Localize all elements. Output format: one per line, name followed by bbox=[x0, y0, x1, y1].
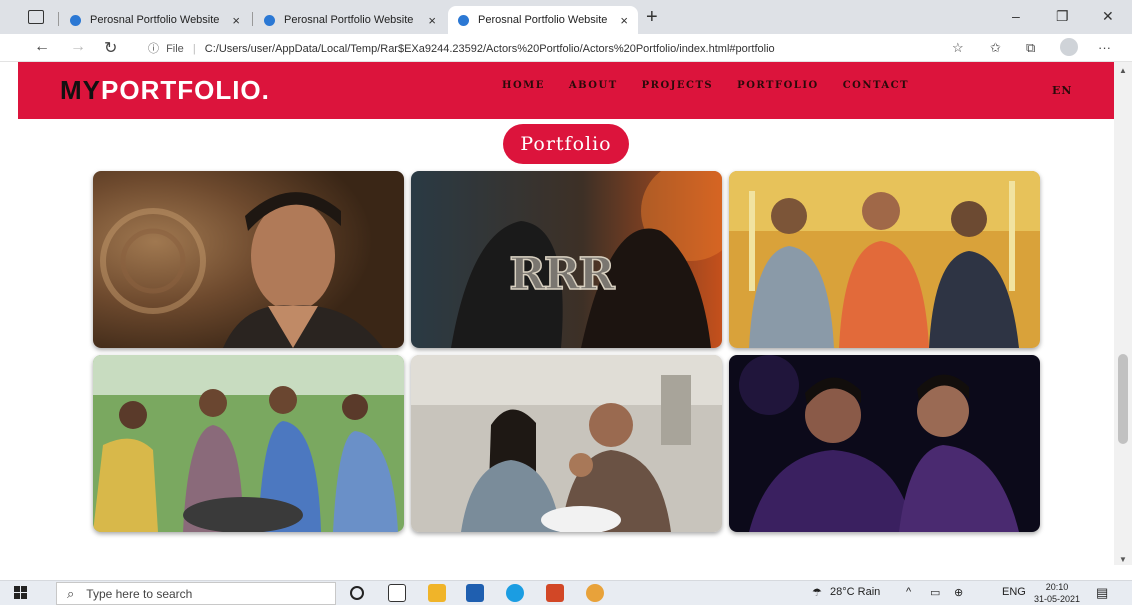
site-header: MYPORTFOLIO. HOME ABOUT PROJECTS PORTFOL… bbox=[18, 62, 1114, 119]
address-separator: | bbox=[192, 43, 196, 55]
tab-actions-icon[interactable] bbox=[28, 10, 44, 24]
task-view-icon[interactable] bbox=[388, 584, 406, 602]
os-taskbar: ⌕ Type here to search ☂ 28°C Rain ^ ▭ ⊕ … bbox=[0, 580, 1132, 605]
nav-about[interactable]: ABOUT bbox=[569, 80, 618, 91]
svg-text:RRR: RRR bbox=[509, 249, 615, 300]
site-nav: HOME ABOUT PROJECTS PORTFOLIO CONTACT bbox=[502, 80, 909, 91]
notifications-icon[interactable]: ▤ bbox=[1096, 585, 1108, 601]
network-icon[interactable]: ⊕ bbox=[954, 586, 963, 599]
logo-main: PORTFOLIO. bbox=[101, 75, 270, 105]
tab-title: Perosnal Portfolio Website bbox=[478, 14, 608, 26]
restore-button[interactable]: ❐ bbox=[1056, 8, 1069, 25]
file-explorer-icon[interactable] bbox=[428, 584, 446, 602]
browser-tab-2[interactable]: Perosnal Portfolio Website × bbox=[254, 6, 446, 34]
scroll-up-icon[interactable]: ▲ bbox=[1119, 66, 1127, 75]
friends-photo[interactable] bbox=[729, 355, 1040, 532]
page-scrollbar[interactable]: ▲ ▼ bbox=[1114, 62, 1132, 565]
close-tab-icon[interactable]: × bbox=[428, 13, 436, 28]
search-icon: ⌕ bbox=[67, 585, 75, 601]
scheme-label: File bbox=[166, 43, 184, 55]
search-placeholder: Type here to search bbox=[86, 586, 193, 601]
tray-overflow-icon[interactable]: ^ bbox=[906, 586, 911, 598]
language-toggle[interactable]: EN bbox=[1052, 84, 1072, 97]
clock-time: 20:10 bbox=[1045, 582, 1069, 592]
forward-button[interactable]: → bbox=[70, 38, 86, 56]
section-title: Portfolio bbox=[503, 124, 629, 164]
weather-icon[interactable]: ☂ bbox=[812, 586, 822, 599]
windows-start-icon[interactable] bbox=[14, 586, 28, 600]
site-info-icon[interactable]: ⓘ bbox=[148, 43, 159, 55]
browser-tab-1[interactable]: Perosnal Portfolio Website × bbox=[60, 6, 250, 34]
cortana-icon[interactable] bbox=[350, 586, 364, 600]
favorite-add-icon[interactable]: ☆ bbox=[952, 40, 964, 56]
input-language[interactable]: ENG bbox=[1002, 586, 1026, 598]
url-text: C:/Users/user/AppData/Local/Temp/Rar$EXa… bbox=[204, 43, 775, 55]
portrait-photo[interactable] bbox=[93, 171, 404, 348]
close-tab-icon[interactable]: × bbox=[232, 13, 240, 28]
web-page: MYPORTFOLIO. HOME ABOUT PROJECTS PORTFOL… bbox=[18, 62, 1114, 565]
tab-title: Perosnal Portfolio Website bbox=[90, 14, 220, 26]
weather-text[interactable]: 28°C Rain bbox=[830, 586, 880, 598]
scroll-thumb[interactable] bbox=[1118, 354, 1128, 444]
address-input[interactable]: ⓘ File | C:/Users/user/AppData/Local/Tem… bbox=[148, 40, 775, 56]
minimize-button[interactable]: – bbox=[1012, 8, 1020, 24]
browser-tab-active[interactable]: Perosnal Portfolio Website × bbox=[448, 6, 638, 34]
favorites-icon[interactable]: ✩ bbox=[990, 40, 1001, 56]
taskbar-clock[interactable]: 20:10 31-05-2021 bbox=[1034, 581, 1080, 605]
scroll-down-icon[interactable]: ▼ bbox=[1119, 555, 1127, 564]
nav-projects[interactable]: PROJECTS bbox=[642, 80, 714, 91]
globe-icon bbox=[70, 14, 81, 26]
refresh-button[interactable]: ↻ bbox=[104, 38, 117, 58]
tab-divider bbox=[58, 12, 59, 26]
logo-prefix: MY bbox=[60, 75, 101, 105]
back-button[interactable]: ← bbox=[34, 38, 50, 56]
group-photo[interactable] bbox=[729, 171, 1040, 348]
powerpoint-icon[interactable] bbox=[546, 584, 564, 602]
address-bar-row: ← → ↻ ⓘ File | C:/Users/user/AppData/Loc… bbox=[0, 34, 1132, 62]
profile-icon[interactable] bbox=[1060, 38, 1078, 56]
globe-icon bbox=[264, 14, 275, 26]
tab-title: Perosnal Portfolio Website bbox=[284, 14, 414, 26]
collections-icon[interactable]: ⧉ bbox=[1026, 40, 1035, 56]
family-photo[interactable] bbox=[411, 355, 722, 532]
crowd-photo[interactable] bbox=[93, 355, 404, 532]
site-logo[interactable]: MYPORTFOLIO. bbox=[60, 75, 270, 106]
nav-portfolio[interactable]: PORTFOLIO bbox=[737, 80, 819, 91]
globe-icon bbox=[458, 14, 469, 26]
mail-icon[interactable] bbox=[466, 584, 484, 602]
close-tab-icon[interactable]: × bbox=[620, 13, 628, 28]
nav-contact[interactable]: CONTACT bbox=[843, 80, 909, 91]
clock-date: 31-05-2021 bbox=[1034, 594, 1081, 604]
browser-tab-strip: Perosnal Portfolio Website × Perosnal Po… bbox=[0, 0, 1132, 34]
taskbar-search-input[interactable]: ⌕ Type here to search bbox=[56, 582, 336, 605]
chrome-icon[interactable] bbox=[586, 584, 604, 602]
poster-photo[interactable]: RRR bbox=[411, 171, 722, 348]
edge-icon[interactable] bbox=[506, 584, 524, 602]
tab-divider bbox=[252, 12, 253, 26]
new-tab-button[interactable]: + bbox=[646, 6, 658, 29]
close-window-button[interactable]: ✕ bbox=[1102, 8, 1114, 25]
more-icon[interactable]: ··· bbox=[1098, 40, 1111, 55]
nav-home[interactable]: HOME bbox=[502, 80, 545, 91]
battery-icon[interactable]: ▭ bbox=[930, 586, 940, 599]
